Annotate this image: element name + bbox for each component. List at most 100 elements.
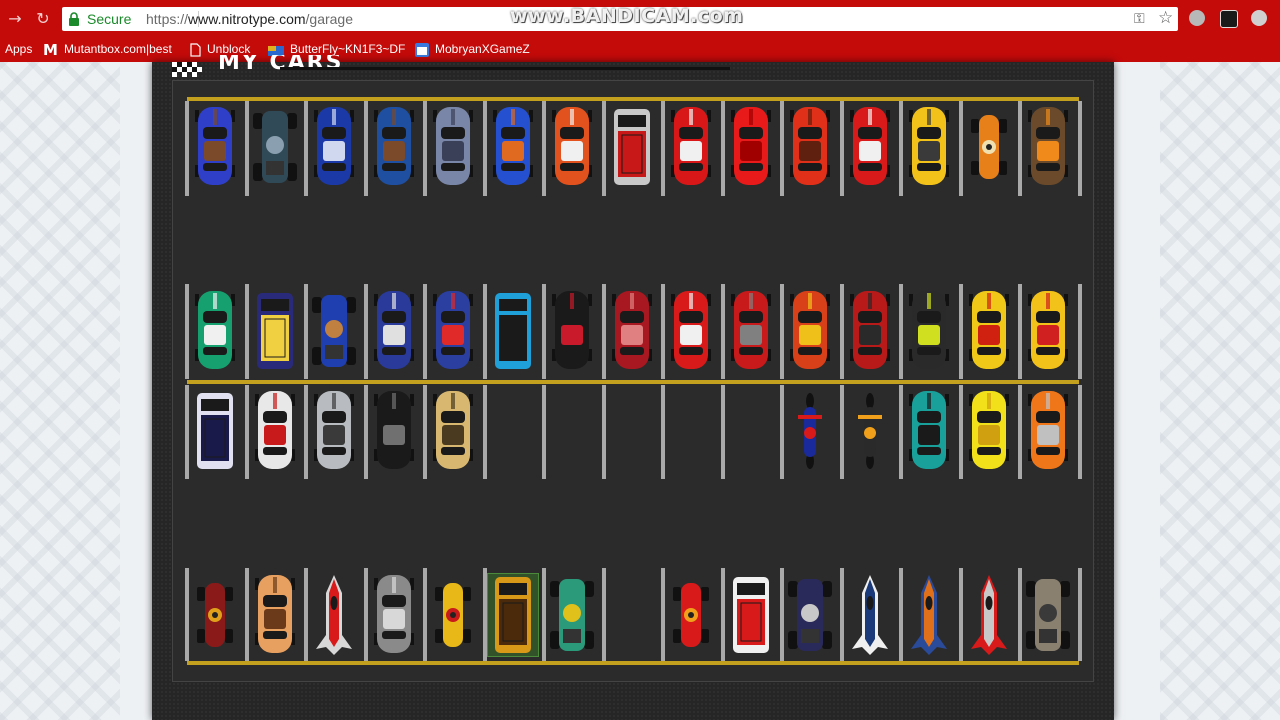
slot-divider <box>542 385 546 479</box>
garage-slot-car[interactable] <box>903 573 955 657</box>
car-sprite <box>970 115 1007 179</box>
garage-slot-car[interactable] <box>249 289 301 373</box>
garage-slot-car[interactable] <box>784 105 836 189</box>
parking-line <box>187 661 1079 665</box>
garage-slot-car[interactable] <box>189 289 241 373</box>
sync-extension-icon[interactable] <box>1251 10 1267 26</box>
car-sprite <box>1028 391 1068 469</box>
garage-slot-car[interactable] <box>1022 289 1074 373</box>
calendar-icon <box>415 42 429 57</box>
garage-slot-car[interactable] <box>368 389 420 473</box>
garage-slot-car[interactable] <box>963 573 1015 657</box>
garage-slot-car[interactable] <box>308 289 360 373</box>
bookmark-label: Apps <box>5 42 33 56</box>
car-sprite <box>968 391 1009 469</box>
video-extension-icon[interactable] <box>1220 10 1238 28</box>
car-sprite <box>433 391 473 469</box>
garage-slot-car[interactable] <box>903 289 955 373</box>
garage-slot-car[interactable] <box>368 289 420 373</box>
bookmark-label: MobryanXGameZ <box>435 42 530 56</box>
garage-slot-car[interactable] <box>844 573 896 657</box>
garage-slot-car[interactable] <box>903 389 955 473</box>
garage-slot-car[interactable] <box>546 289 598 373</box>
garage-slot-car[interactable] <box>844 389 896 473</box>
garage-slot-car[interactable] <box>427 289 479 373</box>
car-sprite <box>909 107 949 185</box>
car-sprite <box>435 583 471 647</box>
car-sprite <box>732 577 769 653</box>
slot-divider <box>1077 385 1082 479</box>
garage-slot-car[interactable] <box>427 573 479 657</box>
garage-slot-car[interactable] <box>249 389 301 473</box>
garage-slot-car[interactable] <box>189 573 241 657</box>
recording-watermark: www.BANDICAM.com <box>510 5 744 27</box>
garage-slot-car[interactable] <box>249 573 301 657</box>
garage-slot-car[interactable] <box>963 389 1015 473</box>
garage-slot-car[interactable] <box>725 289 777 373</box>
garage-slot-car[interactable] <box>308 105 360 189</box>
bookmarks-bar: Apps M Mutantbox.com|best Unblock ButterF… <box>0 37 1280 63</box>
garage-slot-car[interactable] <box>546 105 598 189</box>
garage-slot-car[interactable] <box>189 105 241 189</box>
car-sprite <box>197 583 233 647</box>
car-sprite <box>909 291 949 369</box>
garage-slot-car[interactable] <box>606 105 658 189</box>
garage-slot-car[interactable] <box>606 289 658 373</box>
garage-slot-car[interactable] <box>368 573 420 657</box>
garage-slot-car[interactable] <box>844 105 896 189</box>
garage-slot-car[interactable] <box>1022 573 1074 657</box>
car-sprite <box>254 575 295 653</box>
garage-slot-car[interactable] <box>368 105 420 189</box>
chat-extension-icon[interactable] <box>1189 10 1205 26</box>
slot-divider <box>1077 101 1082 196</box>
garage-slot-car[interactable] <box>784 573 836 657</box>
reload-icon[interactable]: ↻ <box>32 8 54 30</box>
car-sprite <box>494 577 531 653</box>
garage-slot-car[interactable] <box>487 289 539 373</box>
bookmark-mutantbox[interactable]: M Mutantbox.com|best <box>43 40 172 59</box>
garage-slot-car[interactable] <box>189 389 241 473</box>
garage-slot-car[interactable] <box>249 105 301 189</box>
car-sprite <box>552 291 592 369</box>
garage-slot-car[interactable] <box>963 289 1015 373</box>
car-sprite <box>909 391 949 469</box>
bookmark-apps[interactable]: Apps <box>5 40 32 58</box>
garage-slot-car[interactable] <box>308 389 360 473</box>
url-text[interactable]: https://www.nitrotype.com/garage <box>146 11 353 27</box>
garage-slot-car[interactable] <box>665 289 717 373</box>
car-sprite <box>197 393 233 469</box>
garage-slot-car[interactable] <box>963 105 1015 189</box>
page-icon <box>190 43 201 57</box>
car-sprite <box>314 107 354 185</box>
garage-slot-car[interactable] <box>546 573 598 657</box>
car-sprite <box>373 391 414 469</box>
car-sprite <box>195 291 235 369</box>
key-icon[interactable]: ⚿ <box>1134 11 1145 27</box>
garage-slot-car[interactable] <box>487 105 539 189</box>
car-sprite <box>613 109 650 185</box>
bookmark-mobryan[interactable]: MobryanXGameZ <box>415 40 530 58</box>
bookmark-star-icon[interactable]: ☆ <box>1158 8 1173 28</box>
garage-slot-car[interactable] <box>1022 389 1074 473</box>
bookmark-label: Mutantbox.com|best <box>63 42 172 56</box>
garage-slot-car[interactable] <box>784 389 836 473</box>
garage-slot-car[interactable] <box>844 289 896 373</box>
forward-arrow-icon[interactable]: → <box>4 8 26 30</box>
url-scheme: https:// <box>146 11 189 27</box>
car-sprite <box>790 291 830 369</box>
garage-slot-car[interactable] <box>665 573 717 657</box>
car-sprite <box>730 291 771 369</box>
garage-slot-car[interactable] <box>784 289 836 373</box>
slot-divider <box>1077 284 1082 379</box>
garage-slot-car[interactable] <box>665 105 717 189</box>
car-sprite <box>252 111 297 183</box>
car-sprite <box>849 107 890 185</box>
garage-slot-car[interactable] <box>1022 105 1074 189</box>
garage-slot-car[interactable] <box>427 105 479 189</box>
garage-slot-car[interactable] <box>725 573 777 657</box>
garage-slot-car[interactable] <box>308 573 360 657</box>
garage-slot-car[interactable] <box>427 389 479 473</box>
garage-slot-car[interactable] <box>903 105 955 189</box>
garage-slot-car-selected[interactable] <box>486 573 539 657</box>
garage-slot-car[interactable] <box>725 105 777 189</box>
